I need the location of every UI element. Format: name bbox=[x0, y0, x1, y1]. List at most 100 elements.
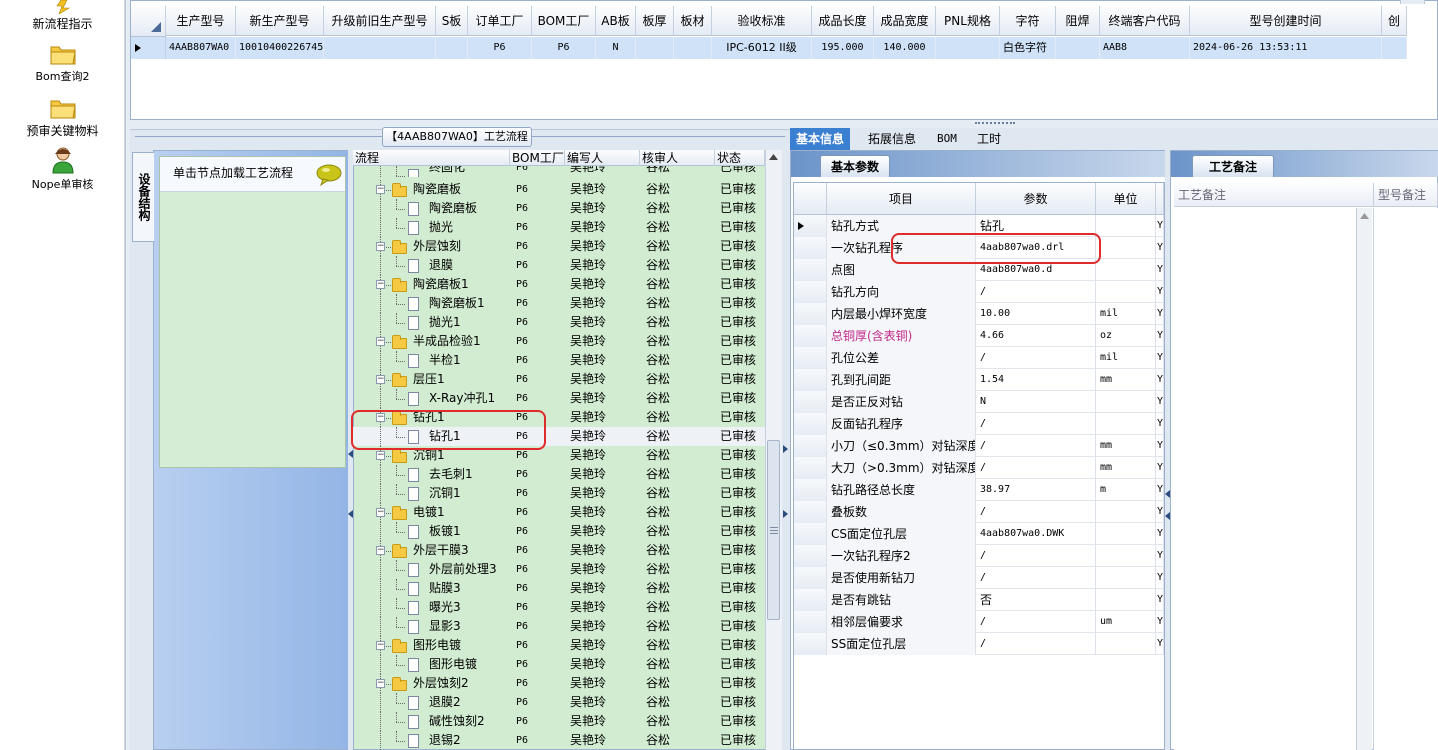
param-value[interactable]: 38.97 bbox=[976, 479, 1096, 501]
tab-process-remark[interactable]: 工艺备注 bbox=[1192, 155, 1274, 177]
tree-row[interactable]: − 外层干膜3 P6 吴艳玲 谷松 已审核 bbox=[353, 541, 765, 560]
tree-row[interactable]: 沉铜1 P6 吴艳玲 谷松 已审核 bbox=[353, 484, 765, 503]
param-value[interactable]: / bbox=[976, 413, 1096, 435]
param-row[interactable]: CS面定位孔层 4aab807wa0.DWK Y bbox=[794, 523, 1164, 545]
grid-cell[interactable] bbox=[674, 37, 712, 59]
grid-cell[interactable]: IPC-6012 II级 bbox=[712, 37, 812, 59]
param-row-indicator[interactable] bbox=[794, 303, 827, 325]
param-row-indicator[interactable] bbox=[794, 545, 827, 567]
param-row-indicator[interactable] bbox=[794, 611, 827, 633]
column-header[interactable]: PNL规格 bbox=[936, 6, 1000, 36]
tree-row[interactable]: − 陶瓷磨板1 P6 吴艳玲 谷松 已审核 bbox=[353, 275, 765, 294]
model-remark-text[interactable] bbox=[1373, 208, 1438, 750]
param-row-indicator[interactable] bbox=[794, 567, 827, 589]
tree-col-writer[interactable]: 编写人 bbox=[565, 150, 640, 166]
tree-row[interactable]: − 外层蚀刻2 P6 吴艳玲 谷松 已审核 bbox=[353, 674, 765, 693]
tree-row[interactable]: 退锡2 P6 吴艳玲 谷松 已审核 bbox=[353, 731, 765, 750]
remark-col-process[interactable]: 工艺备注 bbox=[1174, 183, 1374, 207]
column-header[interactable]: 字符 bbox=[1000, 6, 1056, 36]
grid-cell[interactable]: 4AAB807WA0 bbox=[166, 37, 236, 59]
param-value[interactable]: / bbox=[976, 281, 1096, 303]
param-row-indicator[interactable] bbox=[794, 435, 827, 457]
tab-work-hours[interactable]: 工时 bbox=[971, 128, 1007, 150]
param-row-indicator[interactable] bbox=[794, 413, 827, 435]
tree-row[interactable]: − 外层蚀刻 P6 吴艳玲 谷松 已审核 bbox=[353, 237, 765, 256]
tab-basic-info[interactable]: 基本信息 bbox=[790, 128, 851, 150]
param-value[interactable]: / bbox=[976, 545, 1096, 567]
column-header[interactable]: 升级前旧生产型号 bbox=[324, 6, 436, 36]
tree-row[interactable]: − 陶瓷磨板 P6 吴艳玲 谷松 已审核 bbox=[353, 180, 765, 199]
tree-row[interactable]: 抛光1 P6 吴艳玲 谷松 已审核 bbox=[353, 313, 765, 332]
grid-cell[interactable]: 2024-06-26 13:53:11 bbox=[1190, 37, 1382, 59]
param-row[interactable]: 钻孔方向 / Y bbox=[794, 281, 1164, 303]
param-value[interactable]: / bbox=[976, 611, 1096, 633]
tree-col-status[interactable]: 状态 bbox=[715, 150, 765, 166]
collapse-icon[interactable]: − bbox=[376, 242, 385, 251]
param-row-indicator[interactable] bbox=[794, 589, 827, 611]
param-row-indicator[interactable] bbox=[794, 523, 827, 545]
column-header[interactable]: 订单工厂 bbox=[468, 6, 532, 36]
tab-extended-info[interactable]: 拓展信息 bbox=[862, 128, 922, 150]
param-value[interactable]: / bbox=[976, 347, 1096, 369]
tree-row[interactable]: 陶瓷磨板 P6 吴艳玲 谷松 已审核 bbox=[353, 199, 765, 218]
tree-col-bom[interactable]: BOM工厂 bbox=[510, 150, 565, 166]
grid-cell[interactable]: 140.000 bbox=[874, 37, 936, 59]
column-header[interactable]: 生产型号 bbox=[166, 6, 236, 36]
collapse-icon[interactable]: − bbox=[376, 280, 385, 289]
param-value[interactable]: 4aab807wa0.DWK bbox=[976, 523, 1096, 545]
grid-cell[interactable] bbox=[636, 37, 674, 59]
param-row-indicator[interactable] bbox=[794, 391, 827, 413]
process-remark-text[interactable] bbox=[1174, 208, 1356, 750]
tree-row[interactable]: 板镀1 P6 吴艳玲 谷松 已审核 bbox=[353, 522, 765, 541]
column-header[interactable]: 型号创建时间 bbox=[1190, 6, 1382, 36]
grid-cell[interactable]: 10010400226745 bbox=[236, 37, 324, 59]
nav-item-new-flow[interactable]: 新流程指示 bbox=[0, 0, 125, 32]
param-row-indicator[interactable] bbox=[794, 479, 827, 501]
collapse-icon[interactable]: − bbox=[376, 337, 385, 346]
grid-cell[interactable]: N bbox=[596, 37, 636, 59]
column-header[interactable]: 成品长度 bbox=[812, 6, 874, 36]
param-row-indicator[interactable] bbox=[794, 325, 827, 347]
column-header[interactable]: 验收标准 bbox=[712, 6, 812, 36]
collapse-icon[interactable]: − bbox=[376, 451, 385, 460]
collapse-icon[interactable]: − bbox=[376, 375, 385, 384]
params-col-value[interactable]: 参数 bbox=[976, 183, 1096, 215]
tree-row[interactable]: 曝光3 P6 吴艳玲 谷松 已审核 bbox=[353, 598, 765, 617]
param-row[interactable]: 总铜厚(含表铜) 4.66 oz Y bbox=[794, 325, 1164, 347]
param-value[interactable]: 否 bbox=[976, 589, 1096, 611]
collapse-icon[interactable]: − bbox=[376, 508, 385, 517]
tree-row[interactable]: 图形电镀 P6 吴艳玲 谷松 已审核 bbox=[353, 655, 765, 674]
param-value[interactable]: / bbox=[976, 435, 1096, 457]
param-row[interactable]: 孔到孔间距 1.54 mm Y bbox=[794, 369, 1164, 391]
param-row-indicator[interactable] bbox=[794, 347, 827, 369]
param-value[interactable]: N bbox=[976, 391, 1096, 413]
param-row[interactable]: 叠板数 / Y bbox=[794, 501, 1164, 523]
param-row[interactable]: 反面钻孔程序 / Y bbox=[794, 413, 1164, 435]
column-header[interactable]: AB板 bbox=[596, 6, 636, 36]
param-value[interactable]: / bbox=[976, 501, 1096, 523]
param-value[interactable]: 10.00 bbox=[976, 303, 1096, 325]
param-value[interactable]: / bbox=[976, 457, 1096, 479]
grid-cell[interactable]: 白色字符 bbox=[1000, 37, 1056, 59]
tree-row[interactable]: 抛光 P6 吴艳玲 谷松 已审核 bbox=[353, 218, 765, 237]
equipment-tree-area[interactable] bbox=[159, 156, 346, 468]
param-row[interactable]: 是否有跳钻否 Y bbox=[794, 589, 1164, 611]
grid-cell[interactable] bbox=[324, 37, 436, 59]
grid-cell[interactable]: P6 bbox=[532, 37, 596, 59]
tab-equipment-structure[interactable]: 设备结构 bbox=[132, 152, 154, 242]
tree-scroll-thumb[interactable] bbox=[767, 440, 780, 620]
param-row[interactable]: 相邻层偏要求 / um Y bbox=[794, 611, 1164, 633]
collapse-icon[interactable]: − bbox=[376, 641, 385, 650]
param-row-indicator[interactable] bbox=[794, 633, 827, 655]
speech-bubble-icon[interactable] bbox=[316, 164, 342, 186]
param-row[interactable]: 小刀（≤0.3mm）对钻深度 / mm Y bbox=[794, 435, 1164, 457]
column-header[interactable]: 新生产型号 bbox=[236, 6, 324, 36]
param-row[interactable]: 是否正反对钻 N Y bbox=[794, 391, 1164, 413]
grid-cell[interactable]: P6 bbox=[468, 37, 532, 59]
tree-row[interactable]: 去毛刺1 P6 吴艳玲 谷松 已审核 bbox=[353, 465, 765, 484]
tree-row[interactable]: 终固化 P6 吴艳玲 谷松 已审核 bbox=[353, 166, 765, 177]
params-col-unit[interactable]: 单位 bbox=[1096, 183, 1156, 215]
remark-col-model[interactable]: 型号备注 bbox=[1374, 183, 1438, 207]
tree-row[interactable]: 退膜 P6 吴艳玲 谷松 已审核 bbox=[353, 256, 765, 275]
tree-col-process[interactable]: 流程 bbox=[353, 150, 510, 166]
